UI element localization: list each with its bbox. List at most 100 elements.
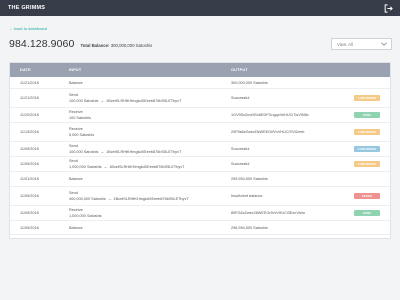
cell-output: 300,000,000 Satoshis	[231, 80, 268, 85]
table-row[interactable]: 11/20/2018 Receive 100 Satoshis 1GV9Sx2mz5S…	[10, 108, 390, 123]
cell-output: Successful	[231, 147, 250, 151]
cell-date: 11/20/2018	[20, 113, 39, 117]
table-row[interactable]: 11/09/2018 Receive 1,000,000 Satoshis 89FG6…	[10, 206, 390, 221]
cell-status: CONFIRMING	[344, 129, 390, 135]
input-amount: 100 Satoshis	[69, 115, 91, 120]
table-row[interactable]: 11/21/2018 Balance 300,000,000 Satoshis	[10, 77, 390, 89]
cell-output: 298,994,500 Satoshis	[231, 225, 268, 230]
cell-date: 11/09/2018	[20, 225, 39, 230]
cell-output: Insuficient balance	[231, 194, 263, 198]
status-badge: CONFIRMING	[354, 146, 380, 152]
view-filter-select[interactable]: View: All	[331, 38, 392, 50]
cell-output: 299,994,500 Satoshis	[231, 177, 268, 181]
cell-input: Balance	[56, 81, 231, 85]
cell-input: Receive 1,000,000 Satoshis	[56, 208, 231, 218]
table-header: DATE INPUT OUTPUT	[10, 63, 390, 77]
input-amount-line: 5,000 Satoshis	[69, 133, 231, 137]
input-address: 1BcetSLRHtKHmgkdXEeeb876bS5LETbyvT	[106, 98, 182, 103]
right-arrow-icon: →	[100, 149, 105, 154]
status-badge: DONE	[354, 112, 380, 118]
input-amount-line: 100 Satoshis	[69, 116, 231, 120]
input-type: Balance	[69, 225, 83, 230]
cell-output: 89FG6cZwec26WEEGrfVxVHUCi3EzxVAim	[231, 211, 305, 215]
view-filter-value: View: All	[337, 41, 353, 47]
cell-input: Balance	[56, 177, 231, 181]
table-row[interactable]: 11/21/2018 Send 100,000 Satoshis → 1BcetSLRH…	[10, 89, 390, 108]
table-row[interactable]: 11/09/2018 Send 100,000 Satoshis → 1BcetSLRH…	[10, 142, 390, 157]
input-address: 1BcetSLRHtKHmgkdXEeeb876bS5LETbyvT	[106, 149, 182, 154]
cell-output: Successful	[231, 162, 250, 166]
table-row[interactable]: 11/01/2018 Balance 299,994,500 Satoshis	[10, 172, 390, 187]
cell-date: 11/01/2018	[20, 177, 39, 181]
cell-date: 11/09/2018	[20, 162, 39, 166]
table-body: 11/21/2018 Balance 300,000,000 Satoshis 11/…	[10, 77, 390, 235]
cell-output: 20F9s6eZwecDkWEEGrfVxVHUCi7iVi2rmb	[231, 130, 305, 134]
transactions-table: DATE INPUT OUTPUT 11/21/2018 Balance 300,0…	[9, 62, 391, 239]
cell-status: DONE	[344, 112, 390, 118]
input-type: Send	[69, 191, 78, 196]
input-address: 1BcetSLRHtKHmgkdXEeeb876bS5LETbyvT	[113, 196, 189, 201]
header-output: OUTPUT	[231, 68, 248, 72]
table-row[interactable]: 11/09/2018 Send 400,000,000 Satoshis → 1Bcet…	[10, 187, 390, 206]
input-amount: 100,000 Satoshis	[69, 98, 99, 103]
logout-icon[interactable]	[384, 3, 393, 13]
cell-input: Receive 5,000 Satoshis	[56, 127, 231, 137]
status-badge: CONFIRMING	[354, 95, 380, 101]
cell-status: ERROR	[344, 193, 390, 199]
cell-input: Send 100,000 Satoshis → 1BcetSLRHtKHmgkdXEe…	[56, 144, 231, 154]
status-badge: ERROR	[354, 193, 380, 199]
cell-input: Send 400,000,000 Satoshis → 1BcetSLRHtKHmgk…	[56, 191, 231, 201]
app-title: THE GRIMMS	[8, 5, 46, 11]
input-amount: 5,000 Satoshis	[69, 132, 95, 137]
status-badge: CONFIRMING	[354, 161, 380, 167]
input-type: Send	[69, 144, 78, 149]
input-type: Receive	[69, 208, 83, 213]
cell-date: 11/09/2018	[20, 147, 39, 151]
input-type: Send	[69, 93, 78, 98]
input-amount-line: 1,000,000 Satoshis	[69, 214, 231, 218]
input-amount: 1,000,000 Satoshis	[69, 164, 102, 169]
input-amount-line: 100,000 Satoshis → 1BcetSLRHtKHmgkdXEeeb87…	[69, 99, 231, 103]
input-type: Balance	[69, 80, 83, 85]
input-type: Receive	[69, 110, 83, 115]
input-type: Send	[69, 159, 78, 164]
input-address: 1BcetSLRHtKHmgkdXEeeb876bS5LETbyvT	[109, 164, 185, 169]
input-amount: 100,000 Satoshis	[69, 149, 99, 154]
cell-input: Balance	[56, 226, 231, 230]
table-row[interactable]: 11/13/2018 Receive 5,000 Satoshis 20F9s6eZw…	[10, 123, 390, 142]
balance-summary: 984.128.9060 Total Balance: 300,000,000 …	[9, 38, 152, 50]
cell-date: 11/21/2018	[20, 96, 39, 100]
total-balance-label: Total Balance:	[80, 43, 110, 48]
chevron-down-icon	[381, 42, 387, 46]
table-row[interactable]: 11/09/2018 Send 1,000,000 Satoshis → 1BcetSL…	[10, 157, 390, 172]
cell-input: Send 100,000 Satoshis → 1BcetSLRHtKHmgkdXEe…	[56, 93, 231, 103]
header-input: INPUT	[69, 68, 82, 72]
cell-status: CONFIRMING	[344, 161, 390, 167]
status-badge: DONE	[354, 210, 380, 216]
cell-status: CONFIRMING	[344, 146, 390, 152]
cell-status: DONE	[344, 210, 390, 216]
right-arrow-icon: →	[103, 164, 108, 169]
cell-output: 1GV9Sx2mz5Sv6EDFGngqxVeHUCi7IsVS6tb	[231, 113, 309, 117]
right-arrow-icon: →	[100, 98, 105, 103]
right-arrow-icon: →	[107, 196, 112, 201]
top-bar: THE GRIMMS	[0, 0, 400, 16]
input-amount-line: 100,000 Satoshis → 1BcetSLRHtKHmgkdXEeeb87…	[69, 150, 231, 154]
cell-input: Receive 100 Satoshis	[56, 110, 231, 120]
input-amount: 400,000,000 Satoshis	[69, 196, 106, 201]
cell-date: 11/21/2018	[20, 80, 39, 85]
cell-date: 11/13/2018	[20, 130, 39, 134]
input-amount-line: 1,000,000 Satoshis → 1BcetSLRHtKHmgkdXEeeb…	[69, 165, 231, 169]
back-to-dashboard-link[interactable]: ← back to dashboard	[9, 26, 47, 31]
balance-value: 984.128.9060	[9, 38, 75, 50]
total-balance-value: 300,000,000 Satoshis	[110, 43, 153, 48]
cell-input: Send 1,000,000 Satoshis → 1BcetSLRHtKHmgkdX…	[56, 159, 231, 169]
status-badge: CONFIRMING	[354, 129, 380, 135]
cell-status: CONFIRMING	[344, 95, 390, 101]
input-amount-line: 400,000,000 Satoshis → 1BcetSLRHtKHmgkdXEe…	[69, 197, 231, 201]
table-row[interactable]: 11/09/2018 Balance 298,994,500 Satoshis	[10, 221, 390, 235]
input-amount: 1,000,000 Satoshis	[69, 213, 102, 218]
cell-output: Successful	[231, 96, 250, 100]
header-date: DATE	[20, 68, 31, 72]
input-type: Receive	[69, 127, 83, 132]
